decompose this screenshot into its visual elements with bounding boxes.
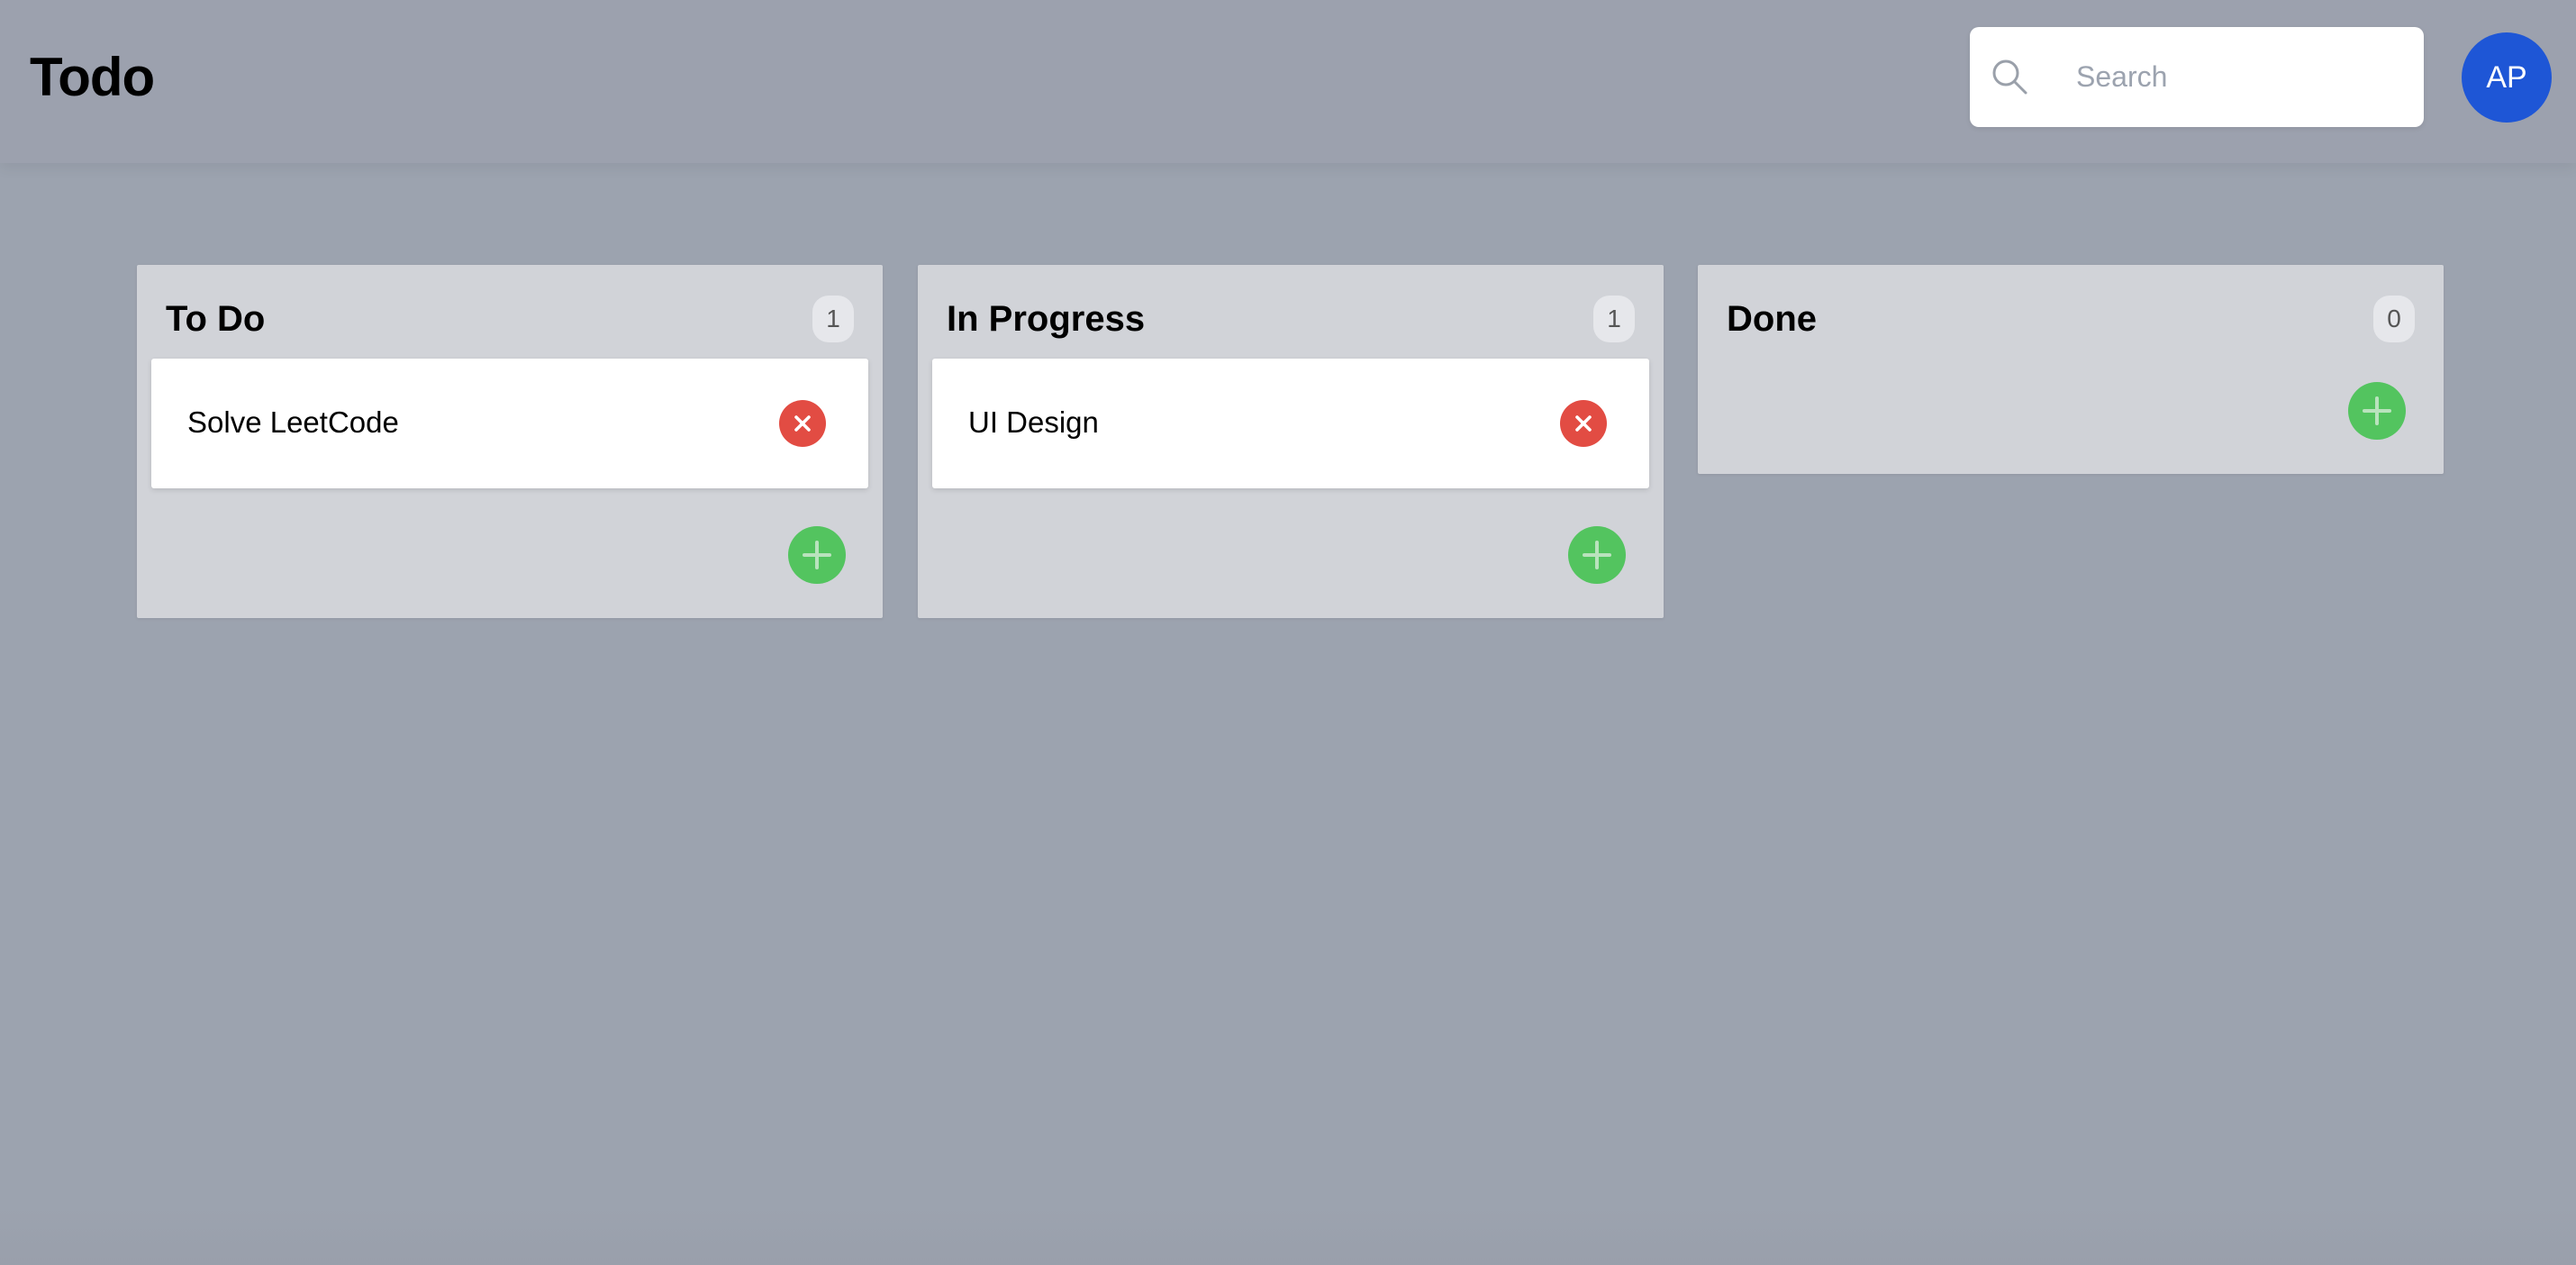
- task-text: Solve LeetCode: [187, 405, 399, 439]
- close-icon: [794, 415, 811, 432]
- delete-task-button[interactable]: [779, 400, 826, 447]
- plus-icon: [1583, 541, 1611, 569]
- plus-icon: [803, 541, 831, 569]
- count-badge: 1: [1593, 296, 1635, 342]
- delete-task-button[interactable]: [1560, 400, 1607, 447]
- column-title: Done: [1727, 299, 1817, 339]
- search-box[interactable]: [1970, 27, 2424, 127]
- plus-icon: [2363, 396, 2391, 425]
- top-bar: Todo AP: [0, 0, 2576, 163]
- bottom-fade: [0, 1207, 2576, 1265]
- add-task-button[interactable]: [788, 526, 846, 584]
- avatar[interactable]: AP: [2462, 32, 2552, 123]
- column-done: Done 0: [1698, 265, 2444, 474]
- column-in-progress: In Progress 1 UI Design: [918, 265, 1664, 618]
- task-text: UI Design: [968, 405, 1099, 439]
- add-task-button[interactable]: [2348, 382, 2406, 440]
- app-title: Todo: [30, 47, 155, 107]
- add-task-button[interactable]: [1568, 526, 1626, 584]
- column-title: To Do: [166, 299, 266, 339]
- column-title: In Progress: [947, 299, 1146, 339]
- search-icon: [1992, 59, 2027, 95]
- column-to-do: To Do 1 Solve LeetCode: [137, 265, 883, 618]
- search-input[interactable]: [2076, 27, 2400, 127]
- task-card[interactable]: Solve LeetCode: [151, 359, 868, 488]
- count-badge: 1: [812, 296, 854, 342]
- count-badge: 0: [2373, 296, 2415, 342]
- task-card[interactable]: UI Design: [932, 359, 1649, 488]
- close-icon: [1575, 415, 1592, 432]
